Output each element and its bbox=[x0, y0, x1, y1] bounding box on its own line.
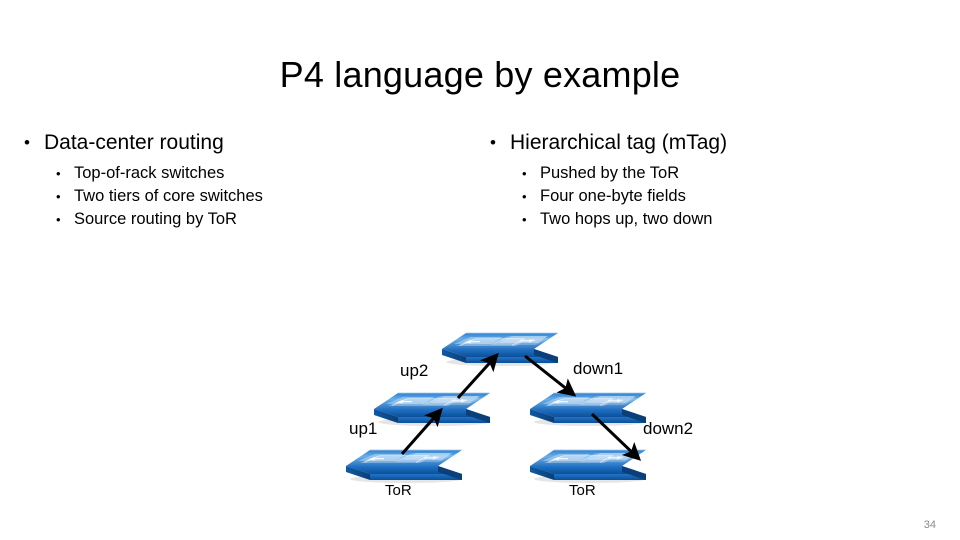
network-topology-diagram: up2 down1 up1 down2 ToR ToR bbox=[330, 326, 720, 511]
node-label-tor-left: ToR bbox=[385, 482, 412, 499]
list-item: • Pushed by the ToR bbox=[490, 162, 940, 185]
list-item: • Two tiers of core switches bbox=[24, 185, 464, 208]
right-heading-text: Hierarchical tag (mTag) bbox=[510, 131, 728, 154]
left-heading-text: Data-center routing bbox=[44, 131, 224, 154]
bullet-marker-icon: • bbox=[56, 189, 61, 204]
list-item-label: Top-of-rack switches bbox=[74, 164, 225, 182]
switch-aggregation-right bbox=[529, 392, 647, 427]
page-title: P4 language by example bbox=[279, 54, 681, 95]
list-item-label: Source routing by ToR bbox=[74, 210, 237, 228]
bullet-marker-icon: • bbox=[56, 166, 61, 181]
left-bullet-column: • Data-center routing • Top-of-rack swit… bbox=[24, 128, 464, 231]
list-item: • Four one-byte fields bbox=[490, 185, 940, 208]
list-item: • Two hops up, two down bbox=[490, 208, 940, 231]
page-number: 34 bbox=[923, 519, 936, 531]
bullet-marker-icon: • bbox=[490, 133, 496, 152]
switch-tor-left bbox=[345, 449, 463, 484]
node-label-tor-right: ToR bbox=[569, 482, 596, 499]
edge-label-up2: up2 bbox=[400, 361, 429, 380]
list-item-label: Four one-byte fields bbox=[540, 187, 686, 205]
switch-core-top bbox=[441, 332, 559, 367]
bullet-marker-icon: • bbox=[522, 189, 527, 204]
list-item: • Source routing by ToR bbox=[24, 208, 464, 231]
right-bullet-column: • Hierarchical tag (mTag) • Pushed by th… bbox=[490, 128, 940, 231]
edge-label-down2: down2 bbox=[643, 419, 694, 438]
list-item-label: Two tiers of core switches bbox=[74, 187, 263, 205]
bullet-marker-icon: • bbox=[24, 133, 30, 152]
left-sub-list: • Top-of-rack switches • Two tiers of co… bbox=[24, 162, 464, 231]
left-heading-bullet: • Data-center routing bbox=[24, 128, 464, 158]
list-item-label: Pushed by the ToR bbox=[540, 164, 680, 182]
edge-label-up1: up1 bbox=[349, 419, 378, 438]
bullet-marker-icon: • bbox=[56, 212, 61, 227]
edge-label-down1: down1 bbox=[573, 359, 624, 378]
bullet-marker-icon: • bbox=[522, 166, 527, 181]
switch-tor-right bbox=[529, 449, 647, 484]
list-item: • Top-of-rack switches bbox=[24, 162, 464, 185]
right-heading-bullet: • Hierarchical tag (mTag) bbox=[490, 128, 940, 158]
right-sub-list: • Pushed by the ToR • Four one-byte fiel… bbox=[490, 162, 940, 231]
list-item-label: Two hops up, two down bbox=[540, 210, 713, 228]
bullet-marker-icon: • bbox=[522, 212, 527, 227]
